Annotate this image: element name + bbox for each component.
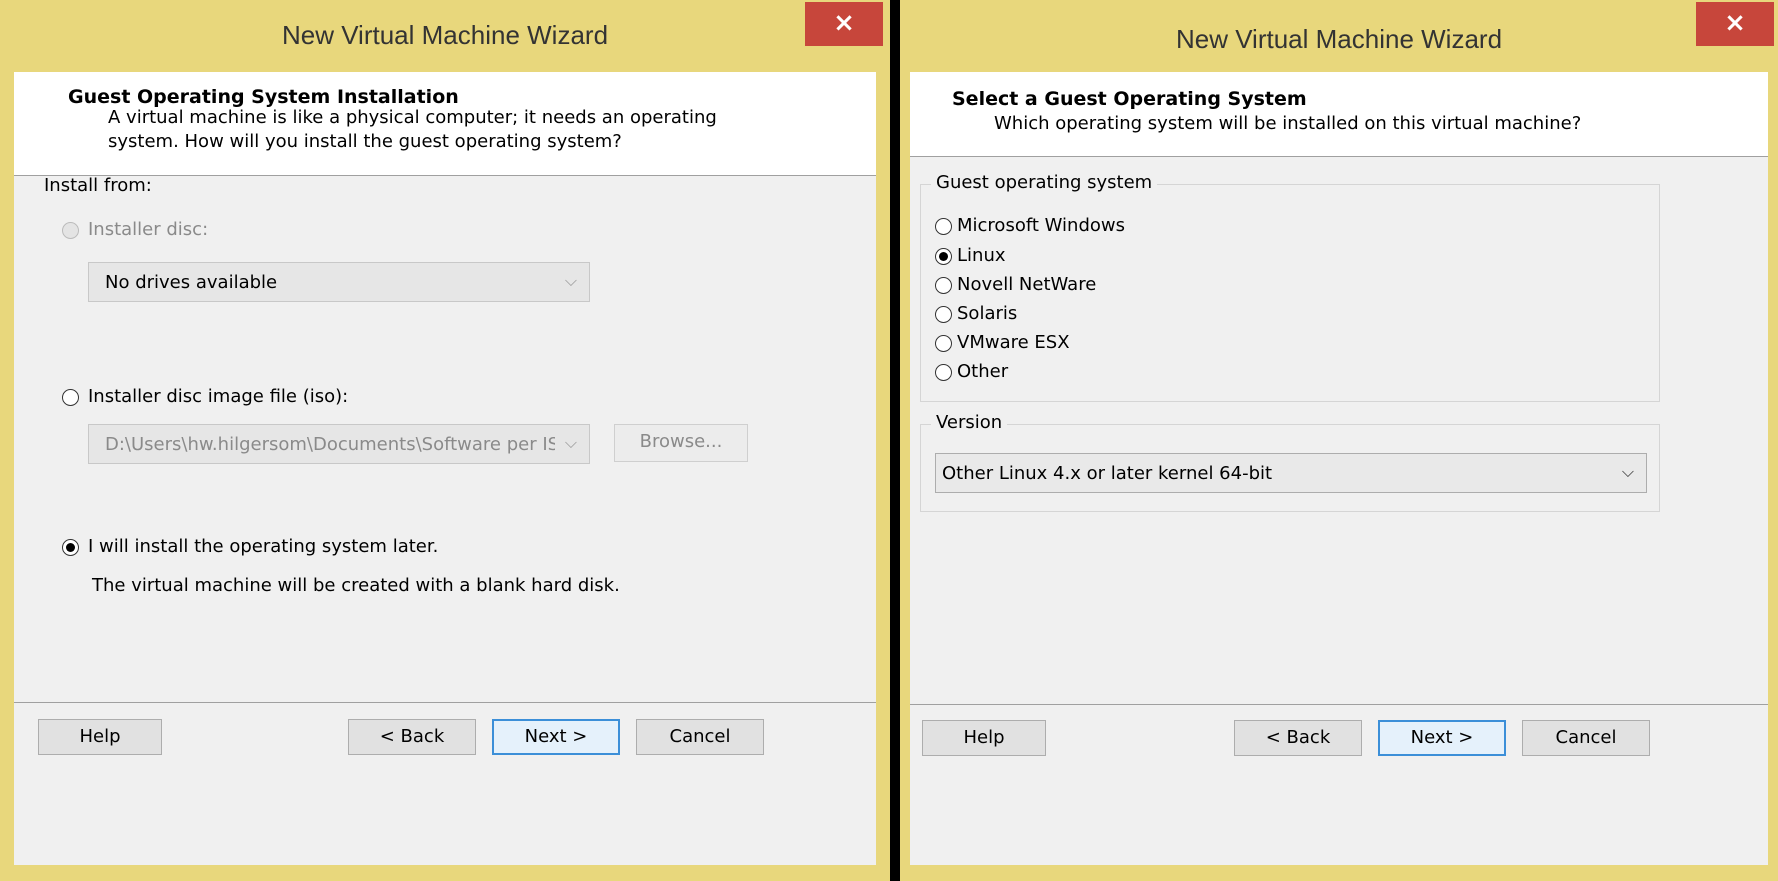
wizard-window-select-os: New Virtual Machine Wizard × Select a Gu… — [900, 0, 1778, 881]
footer-separator — [910, 704, 1768, 705]
version-group: Version Other Linux 4.x or later kernel … — [920, 412, 1660, 512]
help-button[interactable]: Help — [922, 720, 1046, 756]
window-title: New Virtual Machine Wizard — [281, 20, 609, 50]
next-button[interactable]: Next > — [1378, 720, 1506, 756]
installer-disc-dropdown[interactable]: No drives available ⌵ — [88, 262, 590, 302]
page-description: Which operating system will be installed… — [994, 113, 1582, 134]
os-radio-microsoft-windows[interactable] — [935, 218, 952, 235]
installer-iso-radio[interactable] — [62, 389, 79, 406]
version-legend: Version — [931, 412, 1008, 433]
browse-button[interactable]: Browse... — [614, 424, 748, 462]
os-label-vmware-esx: VMware ESX — [957, 332, 1070, 353]
install-from-label: Install from: — [44, 175, 152, 196]
iso-path-combo[interactable]: D:\Users\hw.hilgersom\Documents\Software… — [88, 424, 590, 464]
page-description-line-1: A virtual machine is like a physical com… — [108, 107, 717, 128]
version-dropdown[interactable]: Other Linux 4.x or later kernel 64-bit ⌵ — [935, 453, 1647, 493]
iso-path-value: D:\Users\hw.hilgersom\Documents\Software… — [105, 434, 555, 455]
os-label-microsoft-windows: Microsoft Windows — [957, 215, 1125, 236]
os-label-novell-netware: Novell NetWare — [957, 274, 1097, 295]
chevron-down-icon: ⌵ — [564, 271, 577, 290]
installer-disc-radio[interactable] — [62, 222, 79, 239]
window-title: New Virtual Machine Wizard — [1175, 24, 1503, 54]
footer-separator — [14, 702, 876, 703]
os-label-other: Other — [957, 361, 1009, 382]
title-bar[interactable]: New Virtual Machine Wizard × — [0, 0, 890, 72]
close-button[interactable]: × — [1696, 2, 1774, 46]
title-bar[interactable]: New Virtual Machine Wizard × — [900, 0, 1778, 72]
dialog-body: Select a Guest Operating System Which op… — [910, 72, 1768, 865]
installer-disc-label: Installer disc: — [88, 219, 209, 240]
dialog-body: Guest Operating System Installation A vi… — [14, 72, 876, 865]
guest-os-group: Guest operating system Microsoft Windows… — [920, 172, 1660, 402]
wizard-header: Guest Operating System Installation A vi… — [14, 72, 876, 176]
os-radio-novell-netware[interactable] — [935, 277, 952, 294]
cancel-button[interactable]: Cancel — [636, 719, 764, 755]
os-label-linux: Linux — [957, 245, 1006, 266]
page-title: Select a Guest Operating System — [952, 88, 1307, 110]
os-radio-solaris[interactable] — [935, 306, 952, 323]
back-button[interactable]: < Back — [348, 719, 476, 755]
installer-iso-label: Installer disc image file (iso): — [88, 386, 349, 407]
next-button[interactable]: Next > — [492, 719, 620, 755]
chevron-down-icon: ⌵ — [1621, 462, 1634, 481]
guest-os-legend: Guest operating system — [931, 172, 1158, 193]
install-later-label: I will install the operating system late… — [88, 536, 439, 557]
version-value: Other Linux 4.x or later kernel 64-bit — [942, 463, 1273, 484]
cancel-button[interactable]: Cancel — [1522, 720, 1650, 756]
close-button[interactable]: × — [805, 2, 883, 46]
wizard-header: Select a Guest Operating System Which op… — [910, 72, 1768, 157]
os-radio-linux[interactable] — [935, 248, 952, 265]
os-radio-other[interactable] — [935, 364, 952, 381]
os-label-solaris: Solaris — [957, 303, 1018, 324]
install-later-radio[interactable] — [62, 539, 79, 556]
dropdown-value: No drives available — [105, 272, 278, 293]
close-icon: × — [833, 8, 855, 38]
wizard-window-install-source: New Virtual Machine Wizard × Guest Opera… — [0, 0, 890, 881]
page-description-line-2: system. How will you install the guest o… — [108, 131, 622, 152]
page-title: Guest Operating System Installation — [68, 86, 459, 108]
close-icon: × — [1724, 8, 1746, 38]
install-later-note: The virtual machine will be created with… — [92, 575, 620, 596]
back-button[interactable]: < Back — [1234, 720, 1362, 756]
help-button[interactable]: Help — [38, 719, 162, 755]
os-radio-vmware-esx[interactable] — [935, 335, 952, 352]
chevron-down-icon: ⌵ — [564, 433, 577, 452]
